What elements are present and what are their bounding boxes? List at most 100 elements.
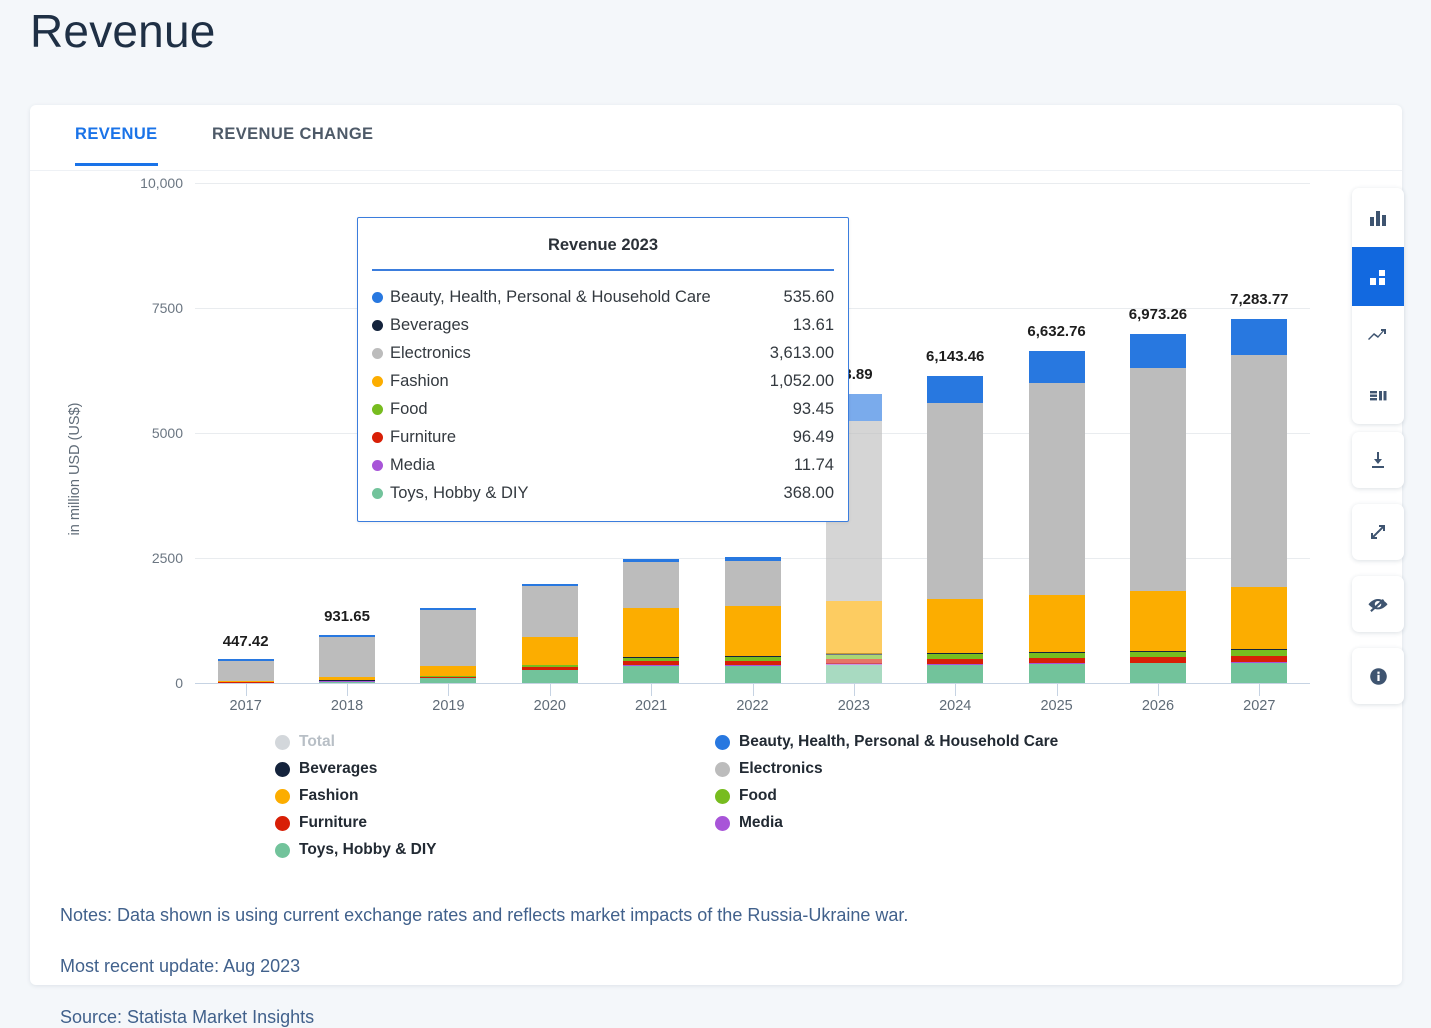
bar-segment bbox=[724, 666, 781, 683]
info-icon-button[interactable] bbox=[1352, 648, 1404, 704]
source-text: Source: Statista Market Insights bbox=[60, 1007, 315, 1027]
bar-segment bbox=[825, 601, 882, 654]
x-axis-tickmark bbox=[1157, 683, 1159, 696]
x-axis-tick-label: 2024 bbox=[939, 698, 972, 714]
bar-segment bbox=[319, 677, 376, 681]
tooltip-series-name: Beauty, Health, Personal & Household Car… bbox=[390, 288, 711, 306]
tab-revenue-change[interactable]: REVENUE CHANGE bbox=[212, 125, 373, 166]
tooltip-series-value: 93.45 bbox=[792, 400, 834, 418]
bar-segment bbox=[623, 661, 680, 666]
page-title: Revenue bbox=[30, 5, 216, 57]
bar-value-label: 6,143.46 bbox=[926, 347, 985, 365]
bar-segment bbox=[927, 654, 984, 659]
legend-item[interactable]: Electronics bbox=[715, 760, 823, 778]
bar-segment bbox=[825, 664, 882, 683]
expand-icon bbox=[1371, 525, 1385, 539]
line-chart-icon bbox=[1368, 328, 1386, 340]
bar-segment bbox=[1231, 318, 1288, 355]
bar-segment bbox=[1129, 334, 1186, 368]
legend-color-dot bbox=[275, 815, 290, 831]
tooltip-series-name: Furniture bbox=[390, 428, 457, 446]
eye-off-icon bbox=[1368, 599, 1388, 612]
legend-label: Food bbox=[739, 787, 777, 804]
tooltip-row: Toys, Hobby & DIY 368.00 bbox=[372, 479, 834, 507]
bar-segment bbox=[927, 403, 984, 600]
x-axis-tick-label: 2019 bbox=[432, 698, 465, 714]
bar-segment bbox=[420, 665, 477, 676]
x-axis-tick-label: 2023 bbox=[837, 698, 870, 714]
bar-2026[interactable] bbox=[1129, 171, 1186, 683]
bar-2027[interactable] bbox=[1231, 171, 1288, 683]
bar-segment bbox=[521, 637, 578, 666]
line-chart-icon-button[interactable] bbox=[1352, 306, 1404, 365]
eye-off-icon-button[interactable] bbox=[1352, 576, 1404, 632]
x-axis-tick-label: 2026 bbox=[1141, 698, 1175, 714]
bar-segment bbox=[1231, 354, 1288, 588]
legend-item[interactable]: Media bbox=[715, 814, 783, 832]
legend-item[interactable]: Beverages bbox=[275, 760, 377, 778]
tooltip-color-dot bbox=[372, 459, 383, 471]
bar-2024[interactable] bbox=[927, 171, 984, 683]
bar-segment bbox=[1028, 595, 1085, 652]
x-axis-tickmark bbox=[1056, 683, 1058, 696]
tooltip-color-dot bbox=[372, 487, 383, 499]
chart-type-toolbar bbox=[1352, 188, 1404, 424]
legend-item[interactable]: Toys, Hobby & DIY bbox=[275, 841, 437, 859]
legend-label: Beverages bbox=[299, 760, 378, 777]
tooltip-series-name: Food bbox=[390, 400, 428, 418]
tooltip-title: Revenue 2023 bbox=[547, 236, 659, 254]
bar-2017[interactable] bbox=[217, 171, 274, 683]
tooltip-divider bbox=[372, 269, 834, 271]
bar-chart-icon-button[interactable] bbox=[1352, 188, 1404, 247]
tooltip-series-value: 96.49 bbox=[792, 428, 834, 446]
tooltip-series-value: 13.61 bbox=[792, 316, 834, 334]
tooltip-series-name: Electronics bbox=[390, 344, 471, 362]
legend-label: Beauty, Health, Personal & Household Car… bbox=[739, 733, 1059, 750]
tab-revenue[interactable]: REVENUE bbox=[75, 125, 158, 166]
bar-segment bbox=[724, 561, 781, 607]
legend-label: Furniture bbox=[299, 814, 368, 831]
bar-segment bbox=[1028, 652, 1085, 658]
legend-item[interactable]: Furniture bbox=[275, 814, 367, 832]
bar-segment bbox=[1129, 591, 1186, 651]
legend-item[interactable]: Beauty, Health, Personal & Household Car… bbox=[715, 733, 1058, 751]
bar-segment bbox=[1028, 663, 1085, 683]
tooltip-color-dot bbox=[372, 403, 383, 415]
bar-segment bbox=[623, 561, 680, 609]
x-axis-tick-label: 2021 bbox=[634, 698, 668, 714]
bar-chart-icon bbox=[1370, 210, 1386, 226]
bar-segment bbox=[1028, 657, 1085, 664]
bar-segment bbox=[319, 636, 376, 678]
bar-segment bbox=[420, 609, 477, 666]
x-axis-tick-label: 2017 bbox=[229, 698, 262, 714]
expand-icon-button[interactable] bbox=[1352, 504, 1404, 560]
tooltip-series-name: Toys, Hobby & DIY bbox=[390, 484, 529, 502]
bar-segment bbox=[1129, 651, 1186, 658]
legend-color-dot bbox=[715, 734, 730, 750]
info-toolbar bbox=[1352, 648, 1404, 704]
bar-segment bbox=[1028, 351, 1085, 383]
table-view-icon-button[interactable] bbox=[1352, 365, 1404, 424]
x-axis-tick-label: 2027 bbox=[1243, 698, 1276, 714]
legend-label: Total bbox=[299, 733, 335, 750]
x-axis-tickmark bbox=[448, 683, 450, 696]
legend-color-dot bbox=[275, 788, 290, 804]
tooltip-row: Media 11.74 bbox=[372, 451, 834, 479]
legend-item[interactable]: Fashion bbox=[275, 787, 358, 805]
notes-text: Notes: Data shown is using current excha… bbox=[60, 905, 909, 925]
tab-bar: REVENUE REVENUE CHANGE bbox=[30, 105, 1402, 171]
bar-2025[interactable] bbox=[1028, 171, 1085, 683]
stacked-bar-chart-icon-button[interactable] bbox=[1352, 247, 1404, 306]
legend-item[interactable]: Food bbox=[715, 787, 777, 805]
chart-tooltip: Revenue 2023 Beauty, Health, Personal & … bbox=[357, 217, 849, 522]
tooltip-row: Fashion 1,052.00 bbox=[372, 367, 834, 395]
tooltip-color-dot bbox=[372, 375, 383, 387]
bar-segment bbox=[825, 659, 882, 665]
x-axis-tickmark bbox=[651, 683, 653, 696]
legend-color-dot bbox=[715, 761, 730, 777]
tooltip-series-value: 11.74 bbox=[793, 456, 834, 474]
legend-item[interactable]: Total bbox=[275, 733, 335, 751]
bar-segment bbox=[319, 635, 376, 637]
x-axis-tickmark bbox=[1259, 683, 1261, 696]
download-icon-button[interactable] bbox=[1352, 432, 1404, 488]
